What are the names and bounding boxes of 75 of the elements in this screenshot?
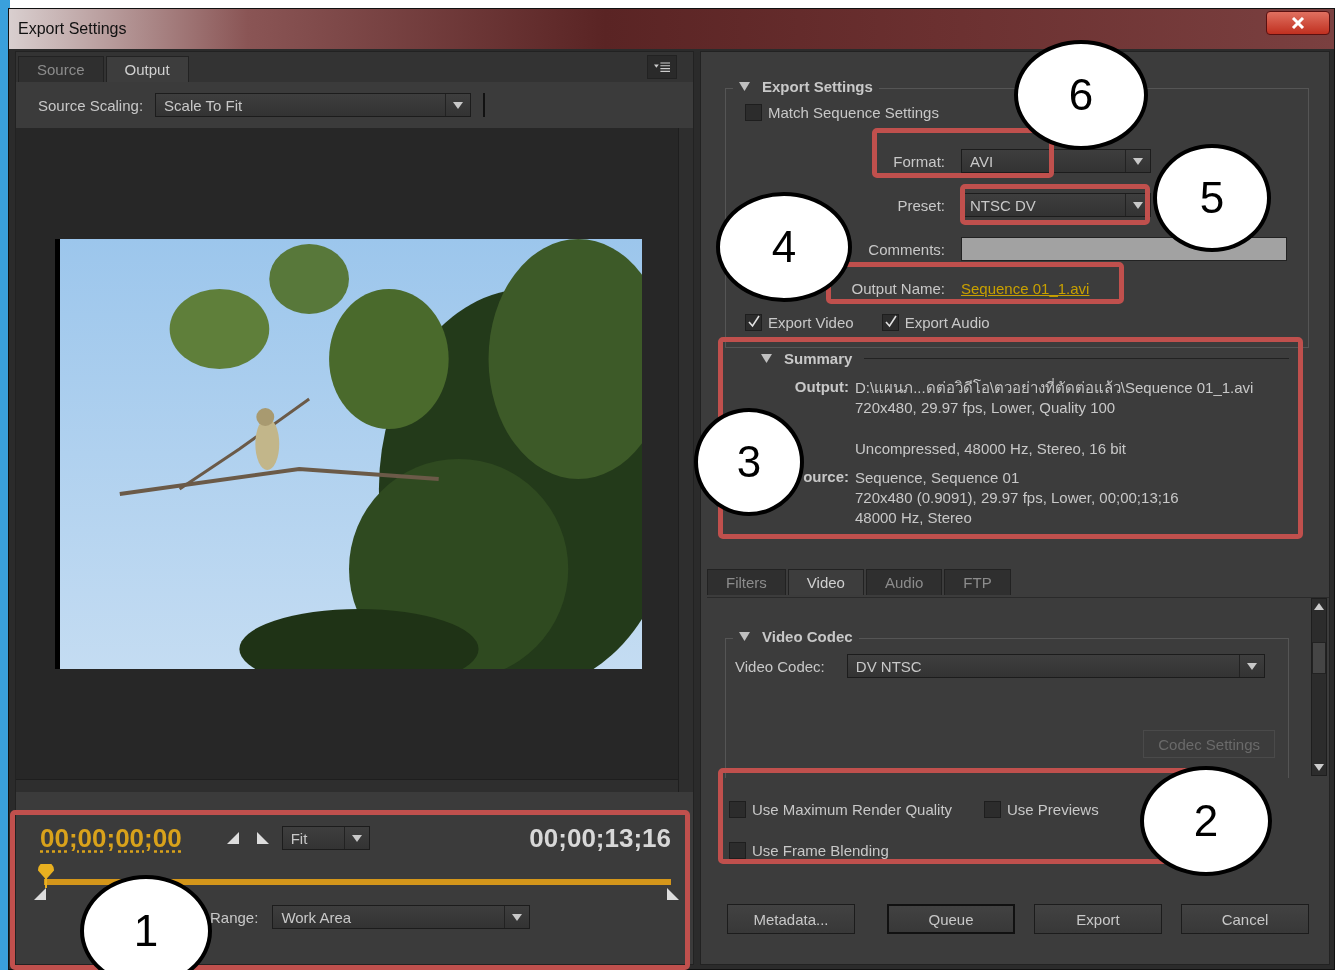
checkbox-label: Use Previews — [1007, 801, 1099, 819]
checkbox[interactable] — [745, 313, 762, 331]
field-label: Format: — [893, 152, 945, 170]
summary-text: 720x480 (0.9091), 29.97 fps, Lower, 00;00;13;16 — [855, 488, 1180, 508]
summary-text: D:\แผนภ...ดต่อวิดีโอ\ตวอย่างที่ตัดต่อแล้ว\Sequence 01_1.avi — [855, 378, 1255, 398]
summary-text: 48000 Hz, Stereo — [855, 508, 973, 528]
panel-menu-button[interactable] — [647, 55, 677, 79]
checkbox[interactable] — [729, 801, 746, 819]
disclosure-triangle-icon[interactable] — [739, 82, 750, 91]
checkbox[interactable] — [881, 313, 899, 331]
summary-text: Sequence, Sequence 01 — [855, 468, 1021, 488]
horizontal-scrollbar[interactable] — [16, 779, 678, 792]
checkbox-label: Export Video — [768, 313, 854, 331]
tab[interactable]: Filters — [707, 569, 786, 595]
dropdown-arrow-icon — [1133, 157, 1143, 165]
summary-label: Output: — [793, 378, 849, 395]
zoom-dropdown[interactable]: Fit — [281, 826, 370, 850]
playhead-icon[interactable] — [38, 864, 54, 888]
dropdown-arrow-icon — [512, 913, 523, 921]
field-label: Source Scaling: — [38, 96, 144, 114]
dialog-button[interactable]: Metadata... — [727, 904, 855, 934]
tab[interactable]: Audio — [865, 569, 943, 595]
scaling-dropdown[interactable]: Scale To Fit — [155, 93, 472, 117]
checkbox-label: Export Audio — [904, 313, 990, 331]
menu-icon — [654, 61, 670, 73]
tab[interactable]: Source — [18, 56, 104, 82]
field-label: Output Name: — [851, 279, 945, 297]
checkbox[interactable] — [729, 841, 746, 859]
format-dropdown[interactable]: AVI — [961, 149, 1151, 173]
scroll-down-icon[interactable] — [1314, 764, 1324, 771]
duration-timecode: 00;00;13;16 — [529, 822, 671, 854]
field-label: Video Codec: — [735, 657, 825, 675]
close-icon — [1291, 17, 1305, 29]
mark-out-icon[interactable] — [255, 831, 270, 845]
tab[interactable]: Video — [787, 569, 864, 595]
scroll-up-icon[interactable] — [1314, 603, 1324, 610]
out-point-icon[interactable] — [667, 888, 679, 900]
current-timecode[interactable]: 00;00;00;00 — [40, 822, 182, 854]
tab[interactable]: FTP — [944, 569, 1011, 595]
disclosure-triangle-icon[interactable] — [739, 632, 750, 641]
checkbox[interactable] — [984, 801, 1001, 819]
window-title: Export Settings — [18, 20, 127, 38]
dropdown-arrow-icon — [351, 834, 362, 842]
dropdown-arrow-icon — [1246, 662, 1257, 670]
vertical-scrollbar[interactable] — [678, 128, 693, 792]
mark-in-icon[interactable] — [225, 831, 240, 845]
output-name-link[interactable]: Sequence 01_1.avi — [961, 279, 1090, 297]
in-point-icon[interactable] — [34, 888, 46, 900]
work-area-bar[interactable] — [44, 879, 671, 885]
section-title: Export Settings — [762, 78, 873, 95]
summary-label: ource: — [802, 468, 849, 485]
checkbox-label: Use Frame Blending — [752, 841, 889, 859]
dialog-button[interactable]: Cancel — [1181, 904, 1309, 934]
checkbox[interactable] — [745, 104, 762, 121]
dropdown-arrow-icon — [453, 101, 464, 109]
summary-text: 720x480, 29.97 fps, Lower, Quality 100 — [855, 398, 1117, 418]
checkbox-label: Match Sequence Settings — [768, 104, 939, 121]
range-dropdown[interactable]: Work Area — [272, 905, 531, 929]
close-button[interactable] — [1266, 11, 1330, 35]
field-label: Range: — [210, 908, 259, 926]
section-title: Summary — [784, 350, 853, 367]
tab[interactable]: Output — [105, 56, 189, 82]
section-title: Video Codec — [762, 628, 853, 645]
summary-text: Uncompressed, 48000 Hz, Stereo, 16 bit — [855, 439, 1127, 459]
vertical-scrollbar[interactable] — [1311, 598, 1327, 776]
scroll-thumb[interactable] — [1312, 642, 1326, 674]
comments-field[interactable] — [961, 237, 1287, 261]
dialog-button[interactable]: Export — [1034, 904, 1162, 934]
dropdown-arrow-icon — [1133, 201, 1143, 209]
field-label: Comments: — [868, 240, 945, 258]
field-label: Preset: — [897, 196, 945, 214]
dialog-button[interactable]: Queue — [887, 904, 1015, 934]
codec-dropdown[interactable]: DV NTSC — [846, 654, 1265, 678]
checkbox-label: Use Maximum Render Quality — [752, 801, 953, 819]
disclosure-triangle-icon[interactable] — [761, 354, 772, 363]
